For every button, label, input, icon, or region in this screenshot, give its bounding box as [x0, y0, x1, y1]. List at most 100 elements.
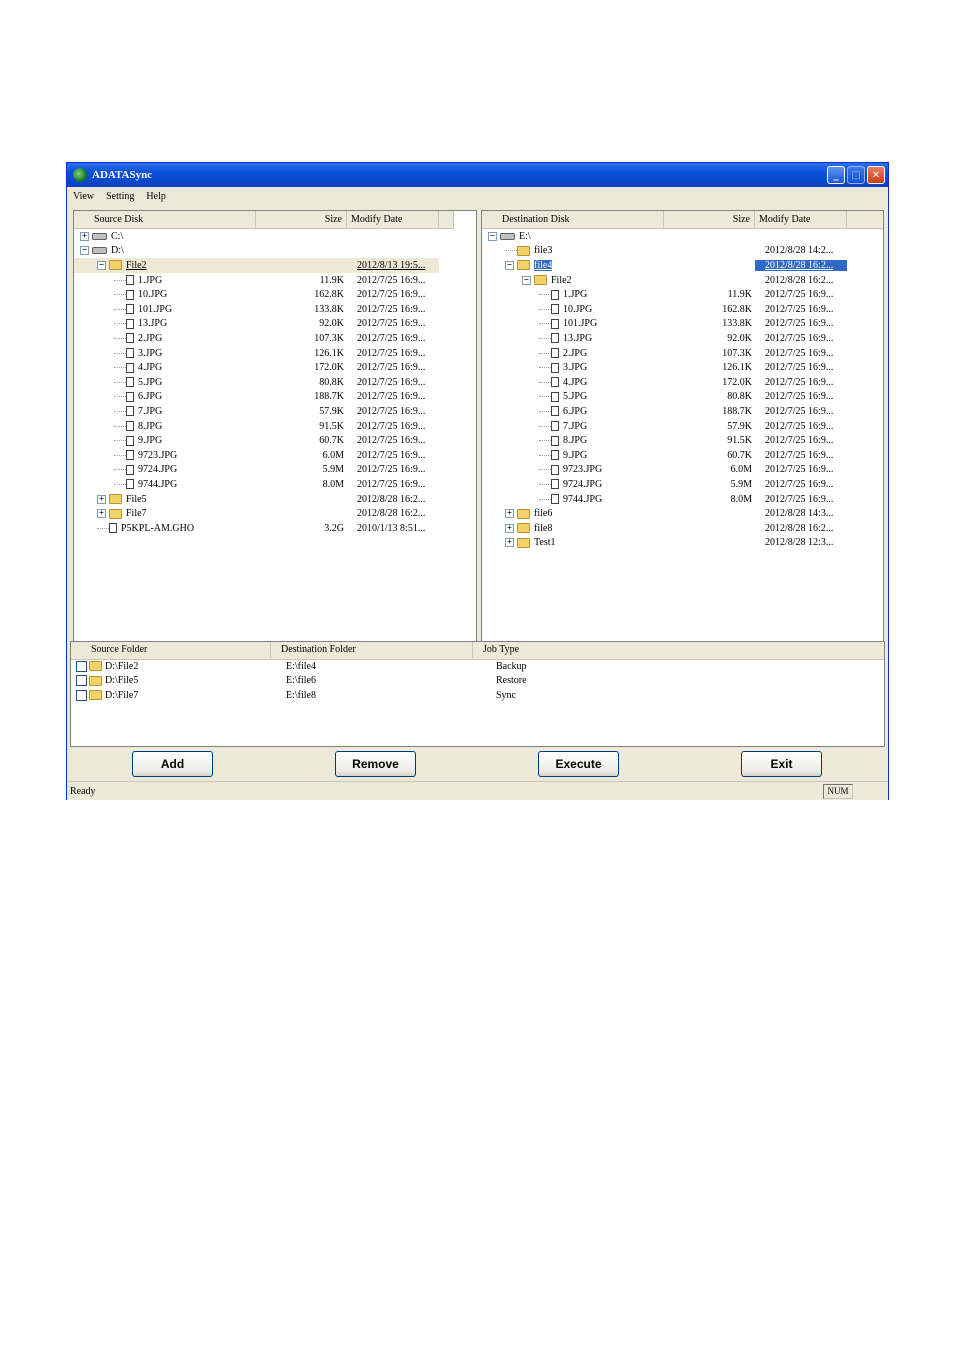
window-title: ADATASync — [92, 169, 153, 181]
tree-name-cell: 2.JPG — [482, 346, 664, 361]
tree-row[interactable]: 9723.JPG 6.0M 2012/7/25 16:9... — [482, 463, 847, 478]
tree-row[interactable]: + File7 2012/8/28 16:2... — [74, 506, 439, 521]
collapse-icon[interactable]: − — [488, 231, 497, 241]
job-checkbox[interactable] — [76, 660, 87, 672]
execute-button[interactable]: Execute — [538, 751, 619, 777]
job-row[interactable]: D:\File7 E:\file8 Sync — [71, 688, 516, 703]
folder-open-icon — [517, 260, 530, 271]
menu-view[interactable]: View — [67, 191, 100, 202]
tree-name-cell: + C:\ — [74, 229, 256, 244]
job-checkbox[interactable] — [76, 675, 87, 687]
job-checkbox[interactable] — [76, 689, 87, 701]
tree-row[interactable]: P5KPL-AM.GHO 3.2G 2010/1/13 8:51... — [74, 521, 439, 536]
tree-row[interactable]: file3 2012/8/28 14:2... — [482, 244, 847, 259]
job-row[interactable]: D:\File2 E:\file4 Backup — [71, 659, 527, 674]
job-list[interactable]: Source Folder Destination Folder Job Typ… — [70, 641, 885, 747]
tree-row[interactable]: − file4 2012/8/28 16:2... — [482, 258, 847, 273]
tree-row[interactable]: 3.JPG 126.1K 2012/7/25 16:9... — [74, 346, 439, 361]
tree-size-cell: 57.9K — [319, 405, 344, 417]
col-source-folder[interactable]: Source Folder — [71, 642, 271, 658]
tree-row[interactable]: + C:\ — [74, 229, 439, 244]
tree-row[interactable]: 9.JPG 60.7K 2012/7/25 16:9... — [74, 433, 439, 448]
tree-row[interactable]: 4.JPG 172.0K 2012/7/25 16:9... — [74, 360, 439, 375]
collapse-icon[interactable]: − — [522, 275, 531, 285]
col-size[interactable]: Size — [664, 211, 755, 228]
maximize-button[interactable]: □ — [847, 166, 865, 184]
tree-row[interactable]: − D:\ — [74, 244, 439, 259]
tree-row[interactable]: 8.JPG 91.5K 2012/7/25 16:9... — [482, 433, 847, 448]
tree-row[interactable]: 5.JPG 80.8K 2012/7/25 16:9... — [482, 390, 847, 405]
title-bar[interactable]: ADATASync _ □ ✕ — [67, 163, 888, 187]
tree-row[interactable]: 4.JPG 172.0K 2012/7/25 16:9... — [482, 375, 847, 390]
tree-row[interactable]: + Test1 2012/8/28 12:3... — [482, 536, 847, 551]
minimize-button[interactable]: _ — [827, 166, 845, 184]
expand-icon[interactable]: + — [97, 494, 106, 504]
tree-date-cell: 2012/7/25 16:9... — [765, 435, 834, 447]
tree-row[interactable]: 8.JPG 91.5K 2012/7/25 16:9... — [74, 419, 439, 434]
expand-icon[interactable]: + — [80, 231, 89, 241]
expand-icon[interactable]: + — [505, 538, 514, 548]
tree-row[interactable]: 9744.JPG 8.0M 2012/7/25 16:9... — [74, 477, 439, 492]
expand-icon[interactable]: + — [97, 509, 106, 519]
tree-row[interactable]: 6.JPG 188.7K 2012/7/25 16:9... — [74, 390, 439, 405]
tree-row[interactable]: 1.JPG 11.9K 2012/7/25 16:9... — [482, 287, 847, 302]
tree-date-cell: 2012/8/28 14:3... — [765, 508, 834, 520]
col-size[interactable]: Size — [256, 211, 347, 228]
exit-button[interactable]: Exit — [741, 751, 822, 777]
tree-row[interactable]: + file8 2012/8/28 16:2... — [482, 521, 847, 536]
tree-row[interactable]: 2.JPG 107.3K 2012/7/25 16:9... — [74, 331, 439, 346]
tree-name-cell: 4.JPG — [74, 360, 256, 375]
tree-row[interactable]: − E:\ — [482, 229, 847, 244]
tree-row[interactable]: 5.JPG 80.8K 2012/7/25 16:9... — [74, 375, 439, 390]
tree-row[interactable]: 101.JPG 133.8K 2012/7/25 16:9... — [74, 302, 439, 317]
tree-date-cell: 2012/8/28 16:2... — [765, 274, 834, 286]
tree-row[interactable]: 6.JPG 188.7K 2012/7/25 16:9... — [482, 404, 847, 419]
tree-row[interactable]: + File5 2012/8/28 16:2... — [74, 492, 439, 507]
tree-row[interactable]: 9723.JPG 6.0M 2012/7/25 16:9... — [74, 448, 439, 463]
menu-setting[interactable]: Setting — [100, 191, 140, 202]
tree-row[interactable]: − File2 2012/8/13 19:5... — [74, 258, 439, 273]
tree-row[interactable]: 101.JPG 133.8K 2012/7/25 16:9... — [482, 317, 847, 332]
expand-icon[interactable]: + — [505, 523, 514, 533]
collapse-icon[interactable]: − — [97, 260, 106, 270]
col-destination-folder[interactable]: Destination Folder — [271, 642, 473, 658]
remove-button[interactable]: Remove — [335, 751, 416, 777]
col-job-type[interactable]: Job Type — [473, 642, 884, 658]
menu-help[interactable]: Help — [140, 191, 171, 202]
collapse-icon[interactable]: − — [505, 260, 514, 270]
source-tree[interactable]: Source Disk Size Modify Date + C:\ − D:\ − Fi… — [73, 210, 477, 643]
tree-name-cell: 101.JPG — [482, 317, 664, 332]
folder-icon — [517, 508, 530, 519]
tree-date-cell: 2012/7/25 16:9... — [765, 289, 834, 301]
tree-row[interactable]: 10.JPG 162.8K 2012/7/25 16:9... — [482, 302, 847, 317]
tree-row[interactable]: 2.JPG 107.3K 2012/7/25 16:9... — [482, 346, 847, 361]
tree-name-cell: 2.JPG — [74, 331, 256, 346]
tree-row[interactable]: + file6 2012/8/28 14:3... — [482, 506, 847, 521]
tree-row[interactable]: 13.JPG 92.0K 2012/7/25 16:9... — [74, 317, 439, 332]
tree-row[interactable]: 10.JPG 162.8K 2012/7/25 16:9... — [74, 287, 439, 302]
tree-row[interactable]: 9724.JPG 5.9M 2012/7/25 16:9... — [482, 477, 847, 492]
tree-row[interactable]: − File2 2012/8/28 16:2... — [482, 273, 847, 288]
col-modify-date[interactable]: Modify Date — [347, 211, 439, 228]
expand-icon[interactable]: + — [505, 509, 514, 519]
tree-row[interactable]: 7.JPG 57.9K 2012/7/25 16:9... — [482, 419, 847, 434]
tree-size-cell: 6.0M — [322, 449, 344, 461]
tree-row[interactable]: 9.JPG 60.7K 2012/7/25 16:9... — [482, 448, 847, 463]
tree-connector — [114, 308, 126, 310]
add-button[interactable]: Add — [132, 751, 213, 777]
folder-icon — [517, 523, 530, 534]
tree-row[interactable]: 13.JPG 92.0K 2012/7/25 16:9... — [482, 331, 847, 346]
tree-row[interactable]: 1.JPG 11.9K 2012/7/25 16:9... — [74, 273, 439, 288]
job-row[interactable]: D:\File5 E:\file6 Restore — [71, 674, 527, 689]
col-source-disk[interactable]: Source Disk — [74, 211, 256, 228]
tree-item-label: 10.JPG — [563, 303, 593, 315]
collapse-icon[interactable]: − — [80, 246, 89, 256]
col-modify-date[interactable]: Modify Date — [755, 211, 847, 228]
tree-row[interactable]: 3.JPG 126.1K 2012/7/25 16:9... — [482, 360, 847, 375]
col-destination-disk[interactable]: Destination Disk — [482, 211, 664, 228]
destination-tree[interactable]: Destination Disk Size Modify Date − E:\ fi… — [481, 210, 884, 643]
tree-row[interactable]: 7.JPG 57.9K 2012/7/25 16:9... — [74, 404, 439, 419]
tree-row[interactable]: 9744.JPG 8.0M 2012/7/25 16:9... — [482, 492, 847, 507]
close-button[interactable]: ✕ — [867, 166, 885, 184]
tree-row[interactable]: 9724.JPG 5.9M 2012/7/25 16:9... — [74, 463, 439, 478]
